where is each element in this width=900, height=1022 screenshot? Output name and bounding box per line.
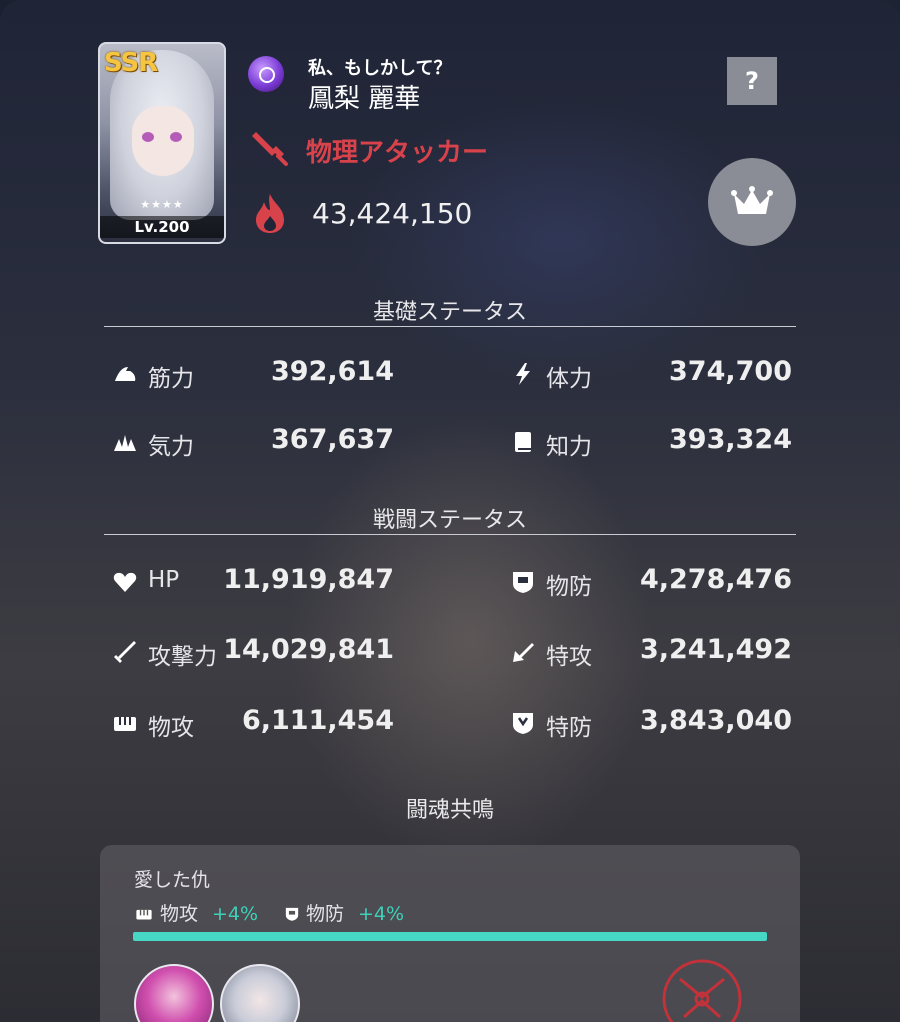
heart-icon <box>113 572 137 592</box>
rarity-badge: SSR <box>104 48 158 78</box>
shield-icon <box>513 572 533 593</box>
sword-icon <box>252 132 288 166</box>
battle-status-title: 戦闘ステータス <box>372 508 527 533</box>
sword-icon <box>114 641 136 663</box>
book-icon <box>515 432 531 452</box>
resonance-panel[interactable]: 愛した仇 物攻 +4% 物防 +4% <box>100 845 800 1022</box>
crown-icon <box>731 186 773 214</box>
character-subtitle: 私、もしかして？ <box>308 58 452 79</box>
stat-spirit: 気力 367,637 <box>112 422 394 462</box>
character-name: 鳳梨 麗華 <box>308 84 421 114</box>
bond-name: 愛した仇 <box>134 869 211 891</box>
level-label: Lv.200 <box>100 216 224 238</box>
fist-icon <box>136 909 152 920</box>
character-portrait[interactable]: SSR ★★★★ Lv.200 <box>98 42 226 244</box>
avatar[interactable] <box>134 964 214 1022</box>
stat-intelligence: 知力 393,324 <box>510 422 792 462</box>
star-rating: ★★★★ <box>140 198 184 211</box>
stat-strength: 筋力 392,614 <box>112 354 394 394</box>
lightning-icon <box>516 363 530 385</box>
crown-button[interactable] <box>708 158 796 246</box>
stat-stamina: 体力 374,700 <box>510 354 792 394</box>
fist-icon <box>114 717 136 731</box>
shield-icon <box>285 907 299 921</box>
resonance-progress-bar <box>133 932 767 941</box>
buff-physical-defense: 物防 +4% <box>284 899 404 926</box>
divider <box>104 326 796 327</box>
buff-physical-attack: 物攻 +4% <box>134 899 258 926</box>
muscle-icon <box>115 367 136 381</box>
basic-status-title: 基礎ステータス <box>372 300 527 325</box>
help-button[interactable]: ? <box>727 57 777 105</box>
stat-special-attack: 特攻 3,241,492 <box>510 632 792 672</box>
stat-physical-defense: 物防 4,278,476 <box>510 562 792 602</box>
avatar[interactable] <box>220 964 300 1022</box>
stat-physical-attack: 物攻 6,111,454 <box>112 703 394 743</box>
resonance-emblem-icon <box>662 959 742 1022</box>
character-status-panel: SSR ★★★★ Lv.200 私、もしかして？ 鳳梨 麗華 ? 物理アタッカー… <box>0 0 900 1022</box>
flame-icon <box>256 194 284 233</box>
resonance-title: 闘魂共鳴 <box>405 798 494 823</box>
arrow-icon <box>513 643 534 662</box>
divider <box>104 534 796 535</box>
element-icon <box>248 56 284 92</box>
role-label: 物理アタッカー <box>306 138 489 168</box>
stat-attack: 攻撃力 14,029,841 <box>112 632 394 672</box>
spirit-icon <box>114 435 136 451</box>
stat-special-defense: 特防 3,843,040 <box>510 703 792 743</box>
combat-power-value: 43,424,150 <box>312 197 473 230</box>
magic-shield-icon <box>513 713 533 734</box>
stat-hp: HP 11,919,847 <box>112 562 394 602</box>
